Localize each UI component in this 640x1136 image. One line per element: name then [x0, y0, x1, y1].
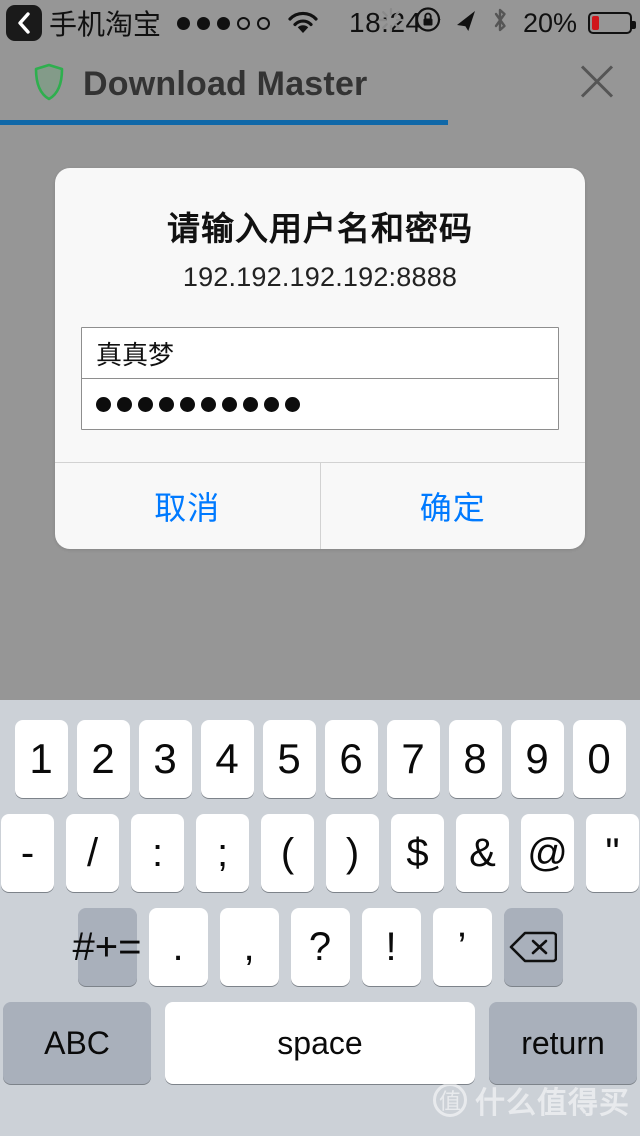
password-dot	[138, 396, 153, 412]
carrier-app-label: 手机淘宝	[49, 9, 162, 40]
key-,[interactable]: ,	[219, 908, 279, 986]
key-3[interactable]: 3	[138, 720, 192, 798]
dialog-title: 请输入用户名和密码	[167, 210, 473, 247]
password-dot	[159, 396, 174, 412]
key-6[interactable]: 6	[324, 720, 378, 798]
location-arrow-icon	[453, 7, 479, 40]
app-title-bar: Download Master	[0, 46, 640, 122]
key-symbols-toggle[interactable]: #+=	[73, 908, 141, 986]
keyboard-row-symbols: - /:;() $ & @ "	[0, 806, 640, 900]
rotation-lock-icon	[415, 6, 442, 40]
close-icon[interactable]	[576, 61, 618, 108]
shield-icon	[34, 63, 64, 106]
keyboard-row-punctuation: #+= .,?!’	[0, 900, 640, 994]
password-dot	[264, 396, 279, 412]
key-([interactable]: (	[261, 814, 314, 892]
key-abc[interactable]: ABC	[3, 1002, 151, 1084]
key-’[interactable]: ’	[432, 908, 492, 986]
key-5[interactable]: 5	[262, 720, 316, 798]
password-dot	[117, 396, 132, 412]
backspace-icon[interactable]	[503, 908, 563, 986]
signal-dots-icon	[177, 16, 271, 30]
back-to-app-button[interactable]	[6, 5, 42, 41]
status-right-icons: 20%	[378, 0, 636, 46]
password-dot	[243, 396, 258, 412]
username-input[interactable]: 真真梦	[82, 328, 558, 379]
activity-spinner-icon	[378, 7, 404, 40]
cancel-button[interactable]: 取消	[55, 463, 320, 549]
key-:[interactable]: :	[131, 814, 184, 892]
key-0[interactable]: 0	[572, 720, 626, 798]
dialog-actions: 取消 确定	[55, 462, 585, 549]
password-dot	[96, 396, 111, 412]
key-7[interactable]: 7	[386, 720, 440, 798]
key-@[interactable]: @	[521, 814, 574, 892]
keyboard-row-bottom: ABC space return	[0, 994, 640, 1092]
credentials-fields: 真真梦	[81, 327, 559, 430]
auth-dialog: 请输入用户名和密码 192.192.192.192:8888 真真梦 取消 确定	[55, 168, 585, 549]
key-.[interactable]: .	[148, 908, 208, 986]
key-"[interactable]: "	[586, 814, 639, 892]
key-9[interactable]: 9	[510, 720, 564, 798]
key-)[interactable]: )	[326, 814, 379, 892]
bluetooth-icon	[490, 6, 510, 41]
page-title: Download Master	[83, 64, 368, 103]
key-$[interactable]: $	[391, 814, 444, 892]
on-screen-keyboard: 1234567890 - /:;() $ & @ " #+= .,?!’ ABC spac…	[0, 700, 640, 1136]
key-4[interactable]: 4	[200, 720, 254, 798]
key-8[interactable]: 8	[448, 720, 502, 798]
key-2[interactable]: 2	[76, 720, 130, 798]
battery-percent-label: 20%	[522, 7, 577, 38]
key-;[interactable]: ;	[196, 814, 249, 892]
wifi-icon	[287, 11, 319, 35]
key-?[interactable]: ?	[290, 908, 350, 986]
phone-screen: 手机淘宝 1 8:24 20% Download Master 请输入用户名和密码…	[0, 0, 640, 1136]
key-space[interactable]: space	[165, 1002, 475, 1084]
status-bar: 手机淘宝 18:24 20%	[0, 0, 640, 46]
dialog-subtitle: 192.192.192.192:8888	[182, 262, 458, 292]
key-1[interactable]: 1	[14, 720, 68, 798]
key-return[interactable]: return	[489, 1002, 637, 1084]
battery-icon	[588, 12, 636, 34]
page-load-progress	[0, 120, 640, 125]
password-dot	[285, 396, 300, 412]
password-dot	[222, 396, 237, 412]
confirm-button[interactable]: 确定	[319, 463, 586, 549]
key-&[interactable]: &	[456, 814, 509, 892]
key-![interactable]: !	[361, 908, 421, 986]
password-dot	[180, 396, 195, 412]
keyboard-row-numbers: 1234567890	[0, 712, 640, 806]
password-input[interactable]	[82, 379, 558, 429]
password-mask-dots	[96, 396, 300, 412]
key--[interactable]: -	[1, 814, 54, 892]
password-dot	[201, 396, 216, 412]
back-chevron-icon	[15, 10, 33, 36]
key-/[interactable]: /	[66, 814, 119, 892]
